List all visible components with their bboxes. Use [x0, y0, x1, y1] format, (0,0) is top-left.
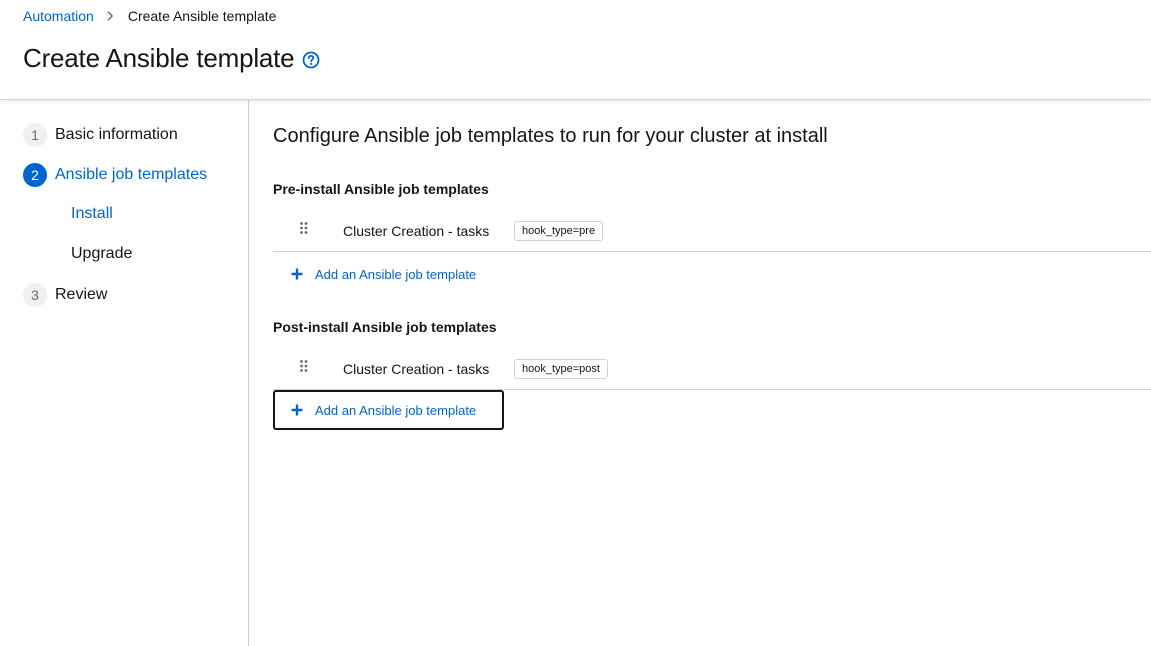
step-label: Ansible job templates: [55, 166, 208, 183]
page-title: Create Ansible template: [23, 43, 295, 73]
hook-type-label: hook_type=post: [514, 359, 608, 379]
page-header: Automation Create Ansible template Creat…: [0, 0, 1151, 100]
plus-icon: [291, 268, 303, 280]
step-number: 2: [23, 163, 47, 187]
post-install-template-row: Cluster Creation - tasks hook_type=post: [273, 349, 1151, 390]
question-circle-icon[interactable]: [302, 51, 320, 69]
breadcrumb: Automation Create Ansible template: [23, 8, 276, 24]
chevron-right-icon: [107, 11, 113, 21]
breadcrumb-automation-link[interactable]: Automation: [23, 8, 94, 24]
step-label: Review: [55, 286, 108, 303]
step-number: 3: [23, 283, 47, 307]
section-title: Configure Ansible job templates to run f…: [273, 125, 828, 147]
wizard-step-ansible-job-templates[interactable]: 2 Ansible job templates: [23, 163, 207, 187]
wizard-nav: 1 Basic information 2 Ansible job templa…: [0, 100, 249, 646]
wizard-main-content: Configure Ansible job templates to run f…: [249, 100, 1151, 646]
plus-icon: [291, 404, 303, 416]
step-number: 1: [23, 123, 47, 147]
pre-install-template-row: Cluster Creation - tasks hook_type=pre: [273, 211, 1151, 252]
template-name: Cluster Creation - tasks: [343, 361, 490, 377]
step-label: Basic information: [55, 126, 178, 143]
page-title-row: Create Ansible template: [23, 43, 320, 74]
wizard-step-basic-information[interactable]: 1 Basic information: [23, 123, 178, 147]
template-name: Cluster Creation - tasks: [343, 223, 490, 239]
add-button-label: Add an Ansible job template: [315, 402, 477, 418]
wizard-substep-upgrade[interactable]: Upgrade: [71, 245, 132, 263]
pre-install-title: Pre-install Ansible job templates: [273, 181, 489, 197]
hook-type-label: hook_type=pre: [514, 221, 604, 241]
drag-handle-icon[interactable]: [300, 360, 308, 372]
add-button-label: Add an Ansible job template: [315, 266, 477, 282]
breadcrumb-current: Create Ansible template: [127, 8, 277, 24]
post-install-title: Post-install Ansible job templates: [273, 319, 497, 335]
wizard-step-review[interactable]: 3 Review: [23, 283, 107, 307]
wizard-substep-install[interactable]: Install: [71, 205, 113, 223]
add-post-install-template-button[interactable]: Add an Ansible job template: [273, 390, 504, 430]
drag-handle-icon[interactable]: [300, 222, 308, 234]
add-pre-install-template-button[interactable]: Add an Ansible job template: [273, 255, 502, 293]
